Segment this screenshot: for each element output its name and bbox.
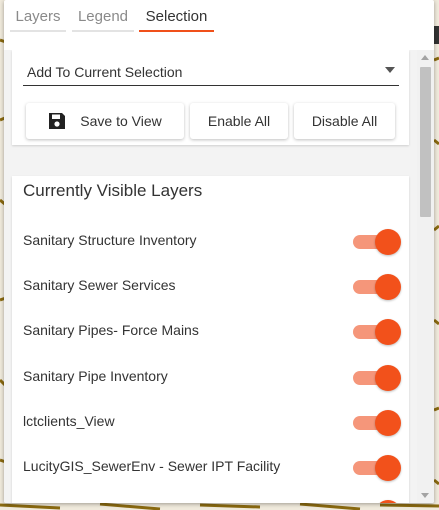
layer-label: Sanitary Structure Inventory: [23, 232, 197, 248]
scrollbar-thumb[interactable]: [420, 67, 431, 217]
layer-label: Sanitary Pipes- Force Mains: [23, 322, 199, 338]
layer-label: LucityGIS_SewerEnv - Sewer IPT Facility: [23, 458, 281, 474]
layer-toggle[interactable]: [353, 500, 401, 503]
layer-label: lctclients_View: [23, 413, 115, 429]
disable-all-label: Disable All: [311, 113, 378, 129]
visible-layers-card: Currently Visible Layers Sanitary Struct…: [12, 176, 409, 503]
panel-content: Add To Current Selection Save to View En…: [4, 50, 417, 503]
save-icon: [49, 113, 66, 129]
layer-toggle[interactable]: [353, 229, 401, 255]
layer-row: LucityGIS_SewerEnv - Sewer IPT Facility: [12, 452, 409, 482]
save-to-view-label: Save to View: [80, 113, 162, 129]
enable-all-label: Enable All: [207, 113, 271, 129]
tab-legend[interactable]: Legend: [72, 6, 134, 32]
layer-row: lctclients_View: [12, 407, 409, 437]
layer-label: Sanitary Pipe Inventory: [23, 368, 168, 384]
selection-controls-card: Add To Current Selection Save to View En…: [12, 50, 409, 145]
layer-toggle[interactable]: [353, 319, 401, 345]
scroll-up-icon[interactable]: [421, 55, 429, 60]
layer-label: Sanitary Sewer Services: [23, 277, 176, 293]
layer-row: Sanitary Pipe Inventory: [12, 362, 409, 392]
disable-all-button[interactable]: Disable All: [294, 103, 395, 139]
scroll-down-icon[interactable]: [421, 493, 429, 498]
selection-panel: Layers Legend Selection Add To Current S…: [4, 0, 434, 503]
chevron-down-icon: [385, 67, 395, 73]
layer-toggle[interactable]: [353, 365, 401, 391]
save-to-view-button[interactable]: Save to View: [26, 103, 184, 139]
panel-scrollbar[interactable]: [417, 50, 434, 503]
selection-mode-value: Add To Current Selection: [27, 64, 183, 80]
enable-all-button[interactable]: Enable All: [190, 103, 288, 139]
tab-selection[interactable]: Selection: [139, 6, 214, 32]
layer-row: [12, 497, 409, 503]
layer-row: Sanitary Pipes- Force Mains: [12, 316, 409, 346]
selection-mode-dropdown[interactable]: Add To Current Selection: [23, 58, 399, 86]
section-title: Currently Visible Layers: [23, 181, 203, 200]
layer-toggle[interactable]: [353, 410, 401, 436]
tab-bar: Layers Legend Selection: [4, 0, 434, 34]
layer-toggle[interactable]: [353, 455, 401, 481]
tab-layers[interactable]: Layers: [10, 6, 66, 32]
layer-row: Sanitary Structure Inventory: [12, 226, 409, 256]
layer-row: Sanitary Sewer Services: [12, 271, 409, 301]
layer-toggle[interactable]: [353, 274, 401, 300]
